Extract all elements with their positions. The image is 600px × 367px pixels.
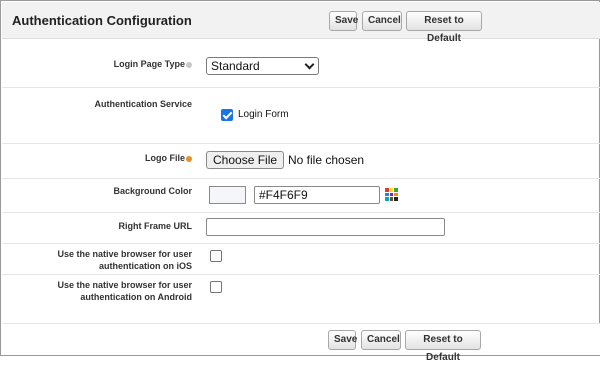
login-page-type-label-text: Login Page Type [113,59,185,69]
login-page-type-value: Standard [211,59,260,73]
top-button-bar: Save Cancel Reset to Default [329,11,589,44]
native-ios-label: Use the native browser for user authenti… [57,248,192,272]
background-color-input[interactable]: #F4F6F9 [254,186,380,204]
page-title: Authentication Configuration [12,13,192,28]
row-logo-file: Logo File Choose File No file chosen [2,145,600,179]
row-right-frame-url: Right Frame URL [2,214,600,244]
color-palette-icon[interactable] [385,188,398,201]
bottom-button-bar: Save Cancel Reset to Default [328,330,588,363]
file-status-text: No file chosen [288,153,365,167]
save-button[interactable]: Save [329,11,358,31]
panel-footer: Save Cancel Reset to Default [2,323,600,363]
row-native-ios: Use the native browser for user authenti… [2,245,600,275]
chevron-down-icon [304,59,315,70]
logo-file-label-text: Logo File [145,153,185,163]
row-background-color: Background Color #F4F6F9 [2,180,600,213]
help-icon-orange[interactable] [186,155,192,162]
color-swatch[interactable] [209,186,246,204]
help-icon[interactable] [186,61,192,68]
native-android-label-line2: authentication on Android [80,292,192,302]
logo-file-label: Logo File [145,152,192,164]
native-android-checkbox[interactable] [210,281,222,293]
choose-file-button[interactable]: Choose File [206,151,285,169]
login-form-label: Login Form [238,109,289,120]
native-android-label-line1: Use the native browser for user [57,280,192,290]
reset-to-default-button[interactable]: Reset to Default [406,11,482,44]
row-authentication-service: Authentication Service Login Form [2,89,600,144]
cancel-button-bottom[interactable]: Cancel [361,330,401,350]
save-button-bottom[interactable]: Save [328,330,357,350]
native-ios-label-line1: Use the native browser for user [57,249,192,259]
login-page-type-label: Login Page Type [114,58,192,70]
right-frame-url-input[interactable] [206,218,445,236]
authentication-service-label: Authentication Service [94,99,192,109]
right-frame-url-label: Right Frame URL [118,221,192,231]
native-android-label: Use the native browser for user authenti… [57,279,192,303]
native-ios-label-line2: authentication on iOS [98,261,192,271]
auth-config-panel: Authentication Configuration Save Cancel… [0,0,600,363]
reset-to-default-button-bottom[interactable]: Reset to Default [405,330,481,363]
panel-header: Authentication Configuration Save Cancel… [2,2,600,44]
background-color-label: Background Color [113,186,192,196]
native-ios-checkbox[interactable] [210,250,222,262]
login-form-checkbox[interactable] [221,109,233,121]
cancel-button[interactable]: Cancel [362,11,402,31]
row-login-page-type: Login Page Type Standard [2,40,600,88]
login-page-type-select[interactable]: Standard [206,57,319,75]
row-native-android: Use the native browser for user authenti… [2,276,600,322]
